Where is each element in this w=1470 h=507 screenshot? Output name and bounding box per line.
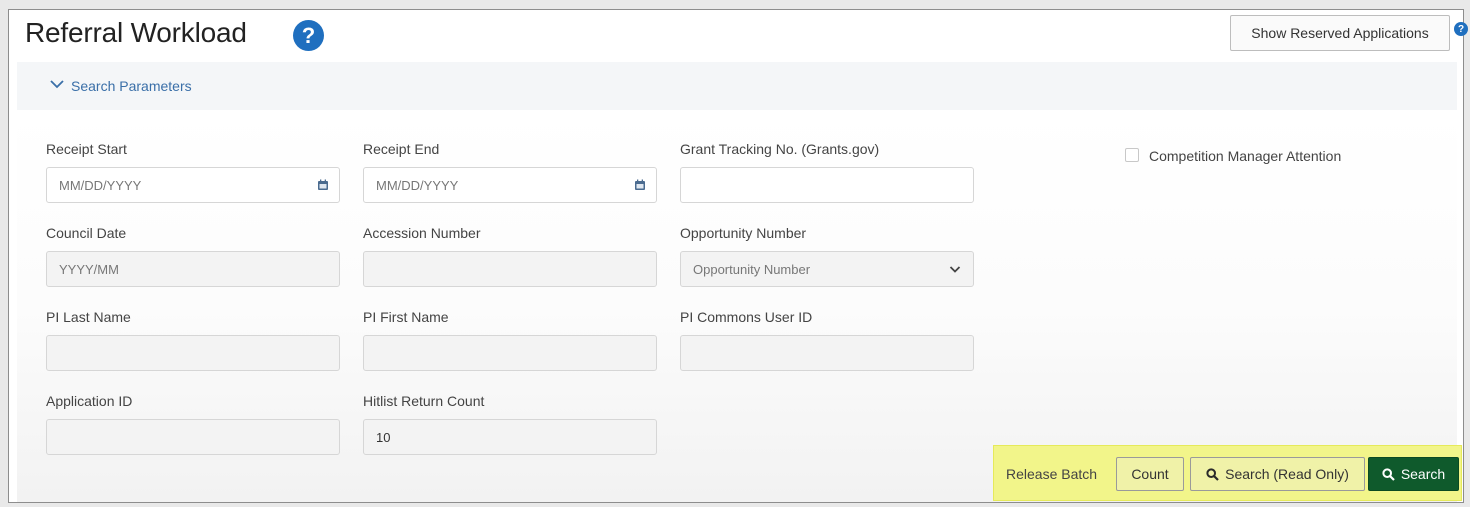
referral-workload-panel: Referral Workload ? Show Reserved Applic… [8, 9, 1468, 503]
count-button[interactable]: Count [1116, 457, 1184, 491]
help-icon[interactable]: ? [1454, 22, 1468, 36]
chevron-down-icon [50, 80, 64, 89]
pi-commons-user-id-input[interactable] [680, 335, 974, 371]
opportunity-number-placeholder: Opportunity Number [693, 261, 811, 277]
council-date-placeholder: YYYY/MM [59, 261, 119, 277]
search-icon [1206, 467, 1219, 481]
opportunity-number-label: Opportunity Number [680, 225, 807, 241]
hitlist-return-count-value: 10 [376, 429, 391, 445]
pi-first-name-input[interactable] [363, 335, 657, 371]
release-batch-link[interactable]: Release Batch [1006, 466, 1097, 482]
search-parameters-label: Search Parameters [71, 78, 192, 94]
grant-tracking-input[interactable] [680, 167, 974, 203]
search-button-label: Search [1400, 466, 1446, 482]
pi-last-name-input[interactable] [46, 335, 340, 371]
receipt-end-placeholder: MM/DD/YYYY [376, 177, 459, 193]
application-id-input[interactable] [46, 419, 340, 455]
search-parameters-accordion[interactable]: Search Parameters [17, 62, 1457, 111]
count-button-label: Count [1131, 466, 1169, 482]
receipt-start-placeholder: MM/DD/YYYY [59, 177, 142, 193]
competition-manager-checkbox[interactable] [1125, 148, 1139, 162]
receipt-end-label: Receipt End [363, 141, 440, 157]
search-read-only-label: Search (Read Only) [1225, 466, 1349, 482]
pi-commons-user-id-label: PI Commons User ID [680, 309, 813, 325]
search-read-only-button[interactable]: Search (Read Only) [1190, 457, 1365, 491]
hitlist-return-count-label: Hitlist Return Count [363, 393, 485, 409]
page-title: Referral Workload [25, 17, 247, 48]
search-icon [1382, 467, 1395, 481]
application-id-label: Application ID [46, 393, 133, 409]
hitlist-return-count-input[interactable]: 10 [363, 419, 657, 455]
receipt-end-input[interactable]: MM/DD/YYYY [363, 167, 657, 203]
council-date-input[interactable]: YYYY/MM [46, 251, 340, 287]
accession-number-input[interactable] [363, 251, 657, 287]
chevron-down-icon [949, 266, 961, 273]
question-circle-icon[interactable]: ? [293, 20, 324, 51]
council-date-label: Council Date [46, 225, 127, 241]
grant-tracking-label: Grant Tracking No. (Grants.gov) [680, 141, 880, 157]
accession-number-label: Accession Number [363, 225, 481, 241]
show-reserved-applications-button[interactable]: Show Reserved Applications [1230, 15, 1450, 51]
action-bar: Release Batch Count Search (Read Only) S… [993, 445, 1462, 501]
receipt-start-label: Receipt Start [46, 141, 127, 157]
receipt-start-input[interactable]: MM/DD/YYYY [46, 167, 340, 203]
pi-first-name-label: PI First Name [363, 309, 449, 325]
calendar-icon[interactable] [634, 179, 646, 191]
search-button[interactable]: Search [1368, 457, 1459, 491]
competition-manager-label: Competition Manager Attention [1149, 148, 1342, 164]
opportunity-number-select[interactable]: Opportunity Number [680, 251, 974, 287]
calendar-icon[interactable] [317, 179, 329, 191]
search-form: Receipt Start MM/DD/YYYY Receipt End MM/… [17, 110, 1457, 502]
pi-last-name-label: PI Last Name [46, 309, 131, 325]
